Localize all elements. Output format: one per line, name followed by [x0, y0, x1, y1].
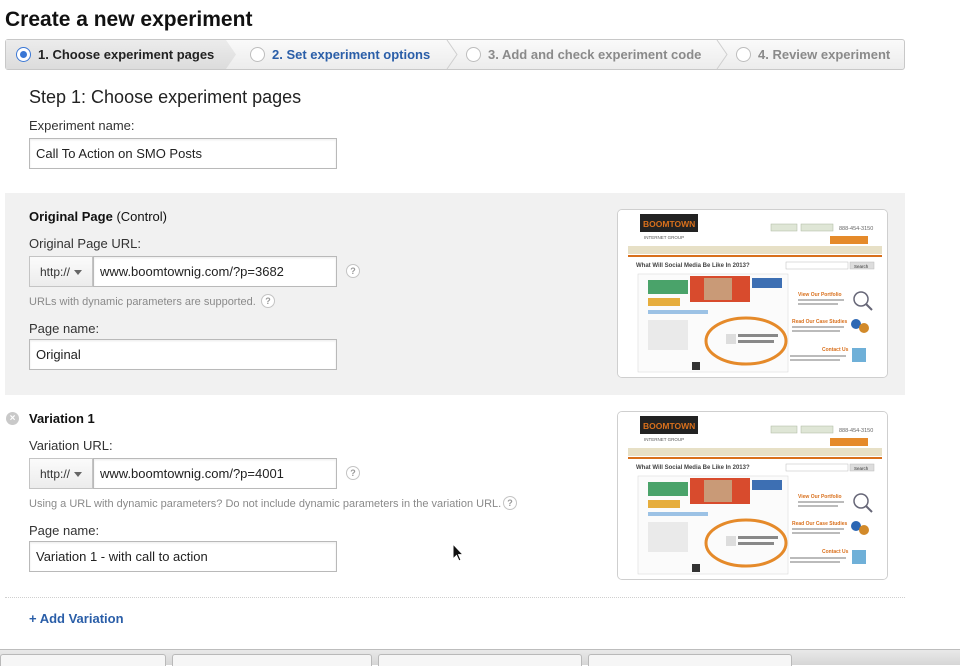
experiment-name-label: Experiment name:: [29, 118, 135, 133]
step-heading: Step 1: Choose experiment pages: [29, 87, 302, 107]
thumb-search-button: Search: [854, 466, 869, 471]
variation-url-input[interactable]: [93, 458, 337, 489]
website-preview: BOOMTOWN INTERNET GROUP 888-454-3150 What W…: [618, 412, 887, 579]
radio-selected-icon: [16, 47, 31, 62]
protocol-value: http://: [40, 466, 71, 481]
experiment-name-input[interactable]: [29, 138, 337, 169]
chevron-separator-icon: [446, 40, 458, 69]
thumb-link-portfolio: View Our Portfolio: [798, 292, 842, 298]
mouse-pointer-icon: [452, 543, 464, 562]
original-page-title: Original Page (Control): [29, 209, 167, 224]
variation-page-thumbnail: BOOMTOWN INTERNET GROUP 888-454-3150 What W…: [617, 411, 888, 580]
thumb-nav: [628, 448, 882, 456]
taskbar-tab[interactable]: [588, 654, 792, 666]
variation-url-label: Variation URL:: [29, 438, 113, 453]
variation-url-hint: Using a URL with dynamic parameters? Do …: [29, 498, 502, 510]
help-icon[interactable]: ?: [261, 294, 275, 308]
thumb-search-button: Search: [854, 264, 869, 269]
step-set-options[interactable]: 2. Set experiment options: [250, 40, 430, 69]
original-page-thumbnail: BOOMTOWN INTERNET GROUP 888-454-3150 What W…: [617, 209, 888, 378]
thumb-link-portfolio: View Our Portfolio: [798, 494, 842, 500]
original-url-input[interactable]: [93, 256, 337, 287]
thumb-link-case-studies: Read Our Case Studies: [792, 521, 848, 527]
original-title-text: Original Page: [29, 209, 113, 224]
original-protocol-select[interactable]: http://: [29, 256, 93, 287]
step-choose-pages[interactable]: 1. Choose experiment pages: [6, 40, 236, 69]
original-page-name-label: Page name:: [29, 321, 100, 336]
variation-page-name-input[interactable]: [29, 541, 337, 572]
remove-variation-icon[interactable]: ×: [6, 412, 19, 425]
original-page-name-input[interactable]: [29, 339, 337, 370]
thumb-link-case-studies: Read Our Case Studies: [792, 319, 848, 325]
protocol-value: http://: [40, 264, 71, 279]
radio-empty-icon: [250, 47, 265, 62]
taskbar-tab[interactable]: [0, 654, 166, 666]
variation-page-name-label: Page name:: [29, 523, 100, 538]
chevron-separator-icon: [716, 40, 728, 69]
thumb-link-contact: Contact Us: [822, 347, 849, 353]
thumb-contact-icon: [852, 348, 866, 362]
thumb-phone: 888-454-3150: [839, 226, 873, 232]
wizard-steps: 1. Choose experiment pages 2. Set experi…: [5, 39, 905, 70]
step-review: 4. Review experiment: [736, 40, 890, 69]
taskbar-tab[interactable]: [378, 654, 582, 666]
step-label: 4. Review experiment: [758, 47, 891, 62]
thumb-logo: BOOMTOWN: [643, 219, 695, 229]
original-url-label: Original Page URL:: [29, 236, 141, 251]
website-preview: BOOMTOWN INTERNET GROUP 888-454-3150 What W…: [618, 210, 887, 377]
variation-title: Variation 1: [29, 411, 95, 426]
variation-protocol-select[interactable]: http://: [29, 458, 93, 489]
thumb-headline: What Will Social Media Be Like In 2013?: [636, 465, 750, 471]
original-title-suffix: (Control): [116, 209, 168, 224]
taskbar: [0, 649, 960, 666]
step-label: 2. Set experiment options: [272, 47, 431, 62]
taskbar-tab[interactable]: [172, 654, 372, 666]
thumb-logo: BOOMTOWN: [643, 421, 695, 431]
step-label: 3. Add and check experiment code: [488, 47, 702, 62]
original-url-hint: URLs with dynamic parameters are support…: [29, 296, 256, 308]
help-icon[interactable]: ?: [346, 466, 360, 480]
thumb-nav: [628, 246, 882, 254]
step-add-code: 3. Add and check experiment code: [466, 40, 701, 69]
thumb-link-contact: Contact Us: [822, 549, 849, 555]
radio-empty-icon: [736, 47, 751, 62]
add-variation-link[interactable]: + Add Variation: [29, 611, 124, 626]
section-divider: [5, 597, 905, 598]
chevron-down-icon: [74, 472, 82, 477]
help-icon[interactable]: ?: [503, 496, 517, 510]
thumb-phone: 888-454-3150: [839, 428, 873, 434]
thumb-logo-sub: INTERNET GROUP: [644, 437, 684, 442]
thumb-contact-icon: [852, 550, 866, 564]
radio-empty-icon: [466, 47, 481, 62]
help-icon[interactable]: ?: [346, 264, 360, 278]
page-title: Create a new experiment: [5, 8, 253, 31]
thumb-logo-sub: INTERNET GROUP: [644, 235, 684, 240]
chevron-down-icon: [74, 270, 82, 275]
thumb-headline: What Will Social Media Be Like In 2013?: [636, 263, 750, 269]
step-label: 1. Choose experiment pages: [38, 47, 215, 62]
